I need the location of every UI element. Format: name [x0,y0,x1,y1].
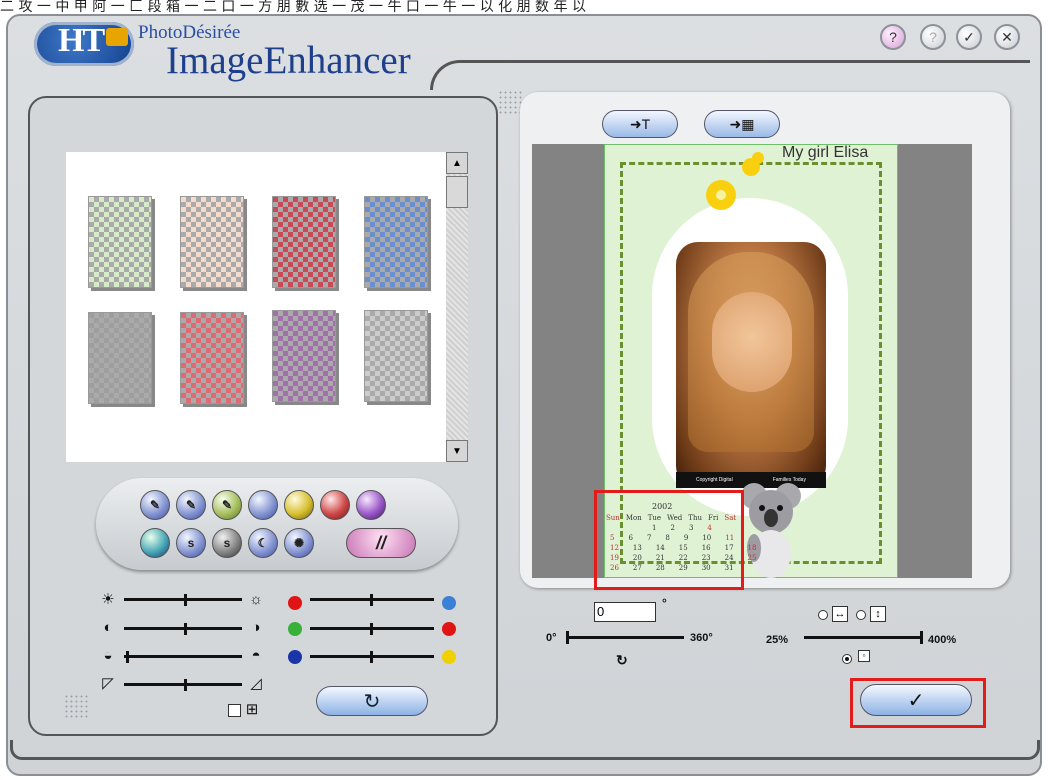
sharpness-slider-thumb[interactable] [184,679,187,691]
caption-left: Copyright Digital [696,477,733,483]
rotate-icon: ↻ [616,652,628,668]
bottom-frame-rule [10,740,1040,760]
yellow-color-dot [442,650,456,664]
brightness-low-icon: ☀ [101,591,115,608]
top-cropped-text: 二 攻 一 中 甲 阿 一 匚 段 箱 一 二 口 一 方 朋 數 选 一 茂 … [0,0,586,14]
template-thumbnail[interactable] [364,310,428,402]
confirm-title-button[interactable]: ✓ [956,24,982,50]
ok-highlight-box [850,678,986,728]
scroll-thumb[interactable] [446,176,468,208]
degree-symbol: ° [662,596,667,610]
template-thumbnail[interactable] [364,196,428,288]
flower-decoration [752,152,764,164]
blue-color-dot [288,650,302,664]
sharpness-low-icon: ◸ [102,675,114,692]
custom-zoom-radio[interactable] [842,654,852,664]
contrast-slider-track[interactable] [124,627,242,630]
red-effect-icon[interactable] [320,490,350,520]
template-thumbnail[interactable] [88,312,152,404]
help-button[interactable]: ? [880,24,906,50]
close-button[interactable]: ✕ [994,24,1020,50]
s-dark-effect-icon[interactable]: s [212,528,242,558]
contrast-high-icon: ◑ [251,619,261,636]
fit-width-radio[interactable] [818,610,828,620]
template-thumbnail[interactable] [88,196,152,288]
template-thumbnail[interactable] [272,196,336,288]
rotation-angle-input[interactable]: 0 [594,602,656,622]
fit-height-radio[interactable] [856,610,866,620]
photo-face [712,292,792,392]
scroll-up-arrow-icon[interactable]: ▲ [446,152,468,174]
rotation-slider-thumb[interactable] [566,631,569,644]
brightness-slider-track[interactable] [124,598,242,601]
moon-effect-icon[interactable]: ☾ [248,528,278,558]
card-title-text[interactable]: My girl Elisa [782,144,868,162]
pencil-effect-icon[interactable]: ✎ [176,490,206,520]
contrast-slider-thumb[interactable] [184,623,187,635]
purple-effect-icon[interactable] [356,490,386,520]
top-grip-dots [498,90,522,114]
light-blue-color-dot [442,596,456,610]
app-title: ImageEnhancer [166,39,411,82]
rotation-max-label: 360° [690,632,713,644]
template-thumbnail[interactable] [180,312,244,404]
rotation-min-label: 0° [546,632,557,644]
sharpness-slider-track[interactable] [124,683,242,686]
gamma-low-icon: ◒ [103,647,113,664]
rotation-slider-track[interactable] [566,636,684,639]
fit-height-icon: ↕ [870,606,886,622]
template-gallery [66,152,446,462]
teal-effect-icon[interactable] [140,528,170,558]
zoom-slider-thumb[interactable] [920,631,923,644]
logo-tag [106,28,128,46]
zoom-max-label: 400% [928,634,957,646]
red-color-dot [288,596,302,610]
pencil-color-effect-icon[interactable]: ✎ [212,490,242,520]
zoom-slider-track[interactable] [804,636,922,639]
fit-width-icon: ↔ [832,606,848,622]
s-effect-icon[interactable]: s [176,528,206,558]
pencil-effect-icon[interactable]: ✎ [140,490,170,520]
contrast-low-icon: ◐ [103,619,113,636]
portrait-photo[interactable] [676,242,826,488]
left-grip-dots [64,694,88,718]
green-color-dot [288,622,302,636]
green-red-slider-thumb[interactable] [370,623,373,635]
template-thumbnail[interactable] [180,196,244,288]
brightness-slider-thumb[interactable] [184,594,187,606]
template-thumbnail[interactable] [272,310,336,402]
brightness-high-icon: ☼ [249,591,263,608]
sharpness-high-icon: ◿ [250,675,262,692]
gamma-high-icon: ◓ [251,647,261,664]
grid-checkbox[interactable] [228,704,241,717]
red-color-dot-right [442,622,456,636]
disabled-help-button[interactable]: ? [920,24,946,50]
gamma-slider-track[interactable] [124,655,242,658]
scroll-down-arrow-icon[interactable]: ▼ [446,440,468,462]
red-cyan-slider-thumb[interactable] [370,594,373,606]
insert-calendar-button[interactable]: ➜▦ [704,110,780,138]
yellow-effect-icon[interactable] [284,490,314,520]
custom-zoom-icon: ▫ [858,650,870,662]
calendar-highlight-box [594,490,744,590]
gallery-scrollbar[interactable]: ▲ ▼ [446,152,468,462]
insert-text-button[interactable]: ➜T [602,110,678,138]
header-divider [430,60,1030,90]
koala-sticker[interactable] [740,478,802,578]
reset-button[interactable]: ↻ [316,686,428,716]
blue-yellow-slider-thumb[interactable] [370,651,373,663]
splash-effect-icon[interactable]: ✺ [284,528,314,558]
special-effect-button[interactable]: // [346,528,416,558]
zoom-min-label: 25% [766,634,789,646]
flower-center [716,190,726,200]
swirl-effect-icon[interactable] [248,490,278,520]
grid-icon: ⊞ [245,701,259,718]
gamma-slider-thumb[interactable] [126,651,129,663]
logo-text: HT [58,22,105,59]
